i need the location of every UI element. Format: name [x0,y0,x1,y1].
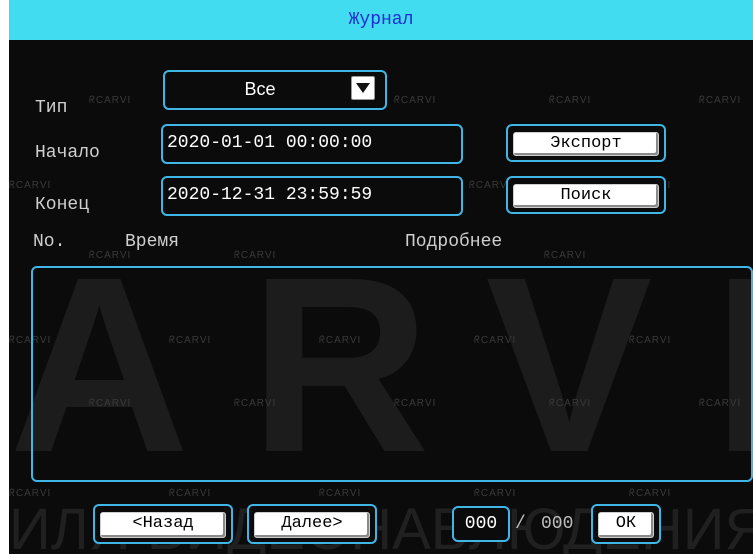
page-number-input[interactable]: 000 [452,506,510,542]
column-header-no: No. [33,232,66,252]
type-select-value: Все [244,79,276,99]
type-label: Тип [35,98,68,118]
watermark-small: ᖇCARVI [9,488,52,499]
watermark-small: ᖇCARVI [544,250,587,261]
export-button[interactable]: Экспорт [506,124,666,162]
start-label: Начало [35,143,100,163]
ok-button[interactable]: ОК [591,504,661,544]
watermark-small: ᖇCARVI [629,488,672,499]
next-button-label: Далее> [254,512,370,538]
chevron-down-icon[interactable] [351,76,375,100]
column-header-details: Подробнее [405,232,503,252]
watermark-small: ᖇCARVI [169,488,212,499]
watermark-small: ᖇCARVI [319,488,362,499]
log-list[interactable] [31,266,753,482]
watermark-small: ᖇCARVI [234,250,277,261]
watermark-small: ᖇCARVI [549,95,592,106]
column-header-time: Время [125,232,180,252]
back-button[interactable]: <Назад [93,504,233,544]
type-select[interactable]: Все [163,70,387,110]
watermark-small: ᖇCARVI [89,95,132,106]
ok-button-label: ОК [598,512,654,538]
watermark-small: ᖇCARVI [699,95,742,106]
watermark-small: ᖇCARVI [474,488,517,499]
next-button[interactable]: Далее> [247,504,377,544]
watermark-small: ᖇCARVI [469,180,512,191]
log-screen: ARVI ᖇCARVI ᖇCARVI ᖇCARVI ᖇCARVI ᖇCARVI … [9,0,753,554]
watermark-small: ᖇCARVI [394,95,437,106]
export-button-label: Экспорт [513,132,659,156]
back-button-label: <Назад [100,512,226,538]
page-title: Журнал [348,10,414,30]
start-datetime-field[interactable]: 2020-01-01 00:00:00 [161,124,463,164]
watermark-small: ᖇCARVI [9,180,52,191]
end-datetime-field[interactable]: 2020-12-31 23:59:59 [161,176,463,216]
end-label: Конец [35,195,90,215]
search-button-label: Поиск [513,184,659,208]
page-separator: / [515,514,526,534]
page-total: 000 [541,514,574,534]
title-bar: Журнал [9,0,753,40]
search-button[interactable]: Поиск [506,176,666,214]
